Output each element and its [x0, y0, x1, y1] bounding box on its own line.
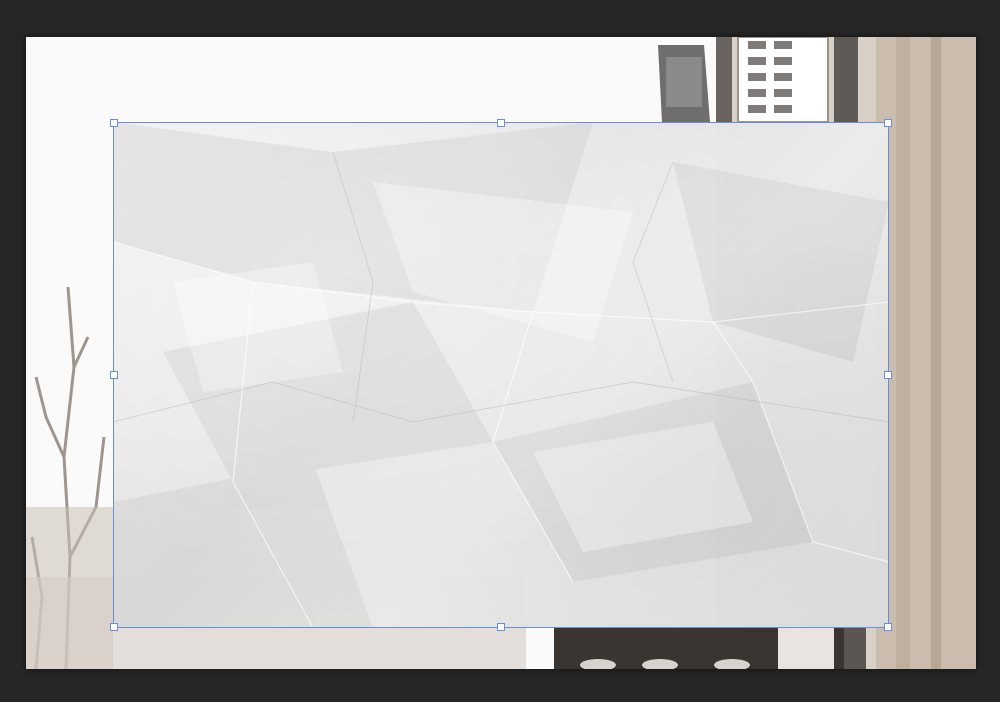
transform-handle-top-left[interactable] — [110, 119, 118, 127]
transform-handle-bottom-right[interactable] — [884, 623, 892, 631]
transform-handle-bottom-left[interactable] — [110, 623, 118, 631]
paper-wrinkles — [113, 122, 889, 628]
transform-handle-bottom-center[interactable] — [497, 623, 505, 631]
transform-handle-middle-right[interactable] — [884, 371, 892, 379]
document-canvas[interactable] — [26, 37, 976, 669]
transform-handle-top-center[interactable] — [497, 119, 505, 127]
crumpled-paper-layer[interactable] — [113, 122, 889, 628]
transform-handle-top-right[interactable] — [884, 119, 892, 127]
building-pillar — [876, 37, 976, 669]
transform-handle-middle-left[interactable] — [110, 371, 118, 379]
